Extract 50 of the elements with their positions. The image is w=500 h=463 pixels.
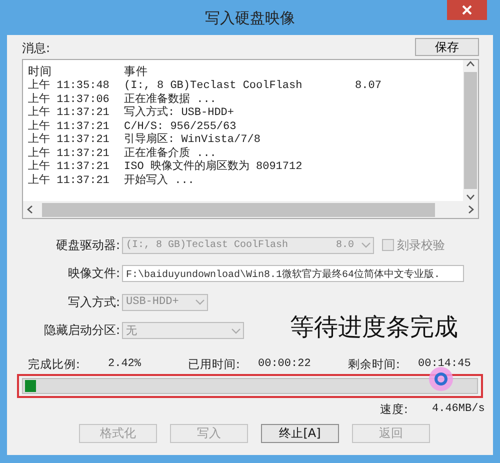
log-time: 上午 11:37:21	[28, 120, 110, 133]
log-time: 上午 11:37:21	[28, 148, 110, 160]
speed-value: 4.46MB/s	[432, 403, 485, 415]
chevron-down-icon	[359, 241, 373, 250]
chevron-down-icon	[193, 298, 207, 306]
checkbox-label: 刻录校验	[397, 236, 445, 254]
log-time: 上午 11:37:21	[28, 134, 110, 147]
close-icon	[462, 5, 472, 15]
annotation-text: 等待进度条完成	[290, 312, 458, 342]
column-header: 时间	[28, 64, 53, 78]
log-event: 正在准备介质 ...	[124, 148, 218, 160]
column-header: 事件	[124, 64, 149, 78]
window-title: 写入硬盘映像	[205, 9, 295, 28]
field-label: 映像文件:	[66, 265, 121, 282]
log-event: (I:, 8 GB)Teclast CoolFlash 8.07	[124, 80, 382, 93]
log-event: 正在准备数据 ...	[124, 94, 218, 106]
scroll-thumb[interactable]	[464, 72, 477, 189]
progress-label: 完成比例:	[28, 356, 81, 372]
dropdown-value: 无	[126, 324, 138, 338]
log-time: 上午 11:37:21	[28, 174, 110, 188]
file-path-field[interactable]: F:\baiduyundownload\Win8.1微软官方最终64位简体中文专业版.	[122, 265, 464, 282]
chevron-down-icon	[229, 326, 243, 335]
field-label: 写入方式:	[66, 294, 121, 311]
progress-label: 剩余时间:	[348, 356, 401, 372]
scroll-thumb[interactable]	[42, 202, 435, 216]
log-time: 上午 11:35:48	[28, 80, 110, 93]
dropdown-value: (I:, 8 GB)Teclast CoolFlash 8.0	[126, 240, 356, 251]
vertical-scrollbar[interactable]	[463, 60, 478, 201]
horizontal-scrollbar[interactable]	[23, 201, 478, 218]
action-button[interactable]: 终止[A]	[261, 424, 339, 443]
messages-label: 消息:	[22, 40, 50, 57]
log-event: 引导扇区: WinVista/7/8	[124, 134, 262, 147]
cursor-icon	[428, 366, 454, 392]
elapsed-time: 00:00:22	[258, 358, 312, 370]
log-event: C/H/S: 956/255/63	[124, 120, 238, 132]
save-button[interactable]: 保存	[415, 38, 479, 56]
close-button[interactable]	[447, 0, 487, 20]
log-event: 写入方式: USB-HDD+	[124, 107, 236, 120]
remaining-time: 00:14:45	[418, 358, 472, 370]
progress-label: 已用时间:	[188, 356, 241, 372]
dropdown-value: USB-HDD+	[126, 296, 180, 308]
log-event: 开始写入 ...	[124, 174, 196, 188]
log-time: 上午 11:37:06	[28, 94, 110, 106]
log-time: 上午 11:37:21	[28, 107, 110, 120]
log-event: ISO 映像文件的扇区数为 8091712	[124, 161, 304, 174]
percent-value: 2.42%	[108, 358, 142, 370]
field-label: 硬盘驱动器:	[54, 236, 121, 254]
speed-label: 速度:	[380, 402, 409, 416]
field-label: 隐藏启动分区:	[42, 322, 121, 340]
log-time: 上午 11:37:21	[28, 161, 110, 174]
